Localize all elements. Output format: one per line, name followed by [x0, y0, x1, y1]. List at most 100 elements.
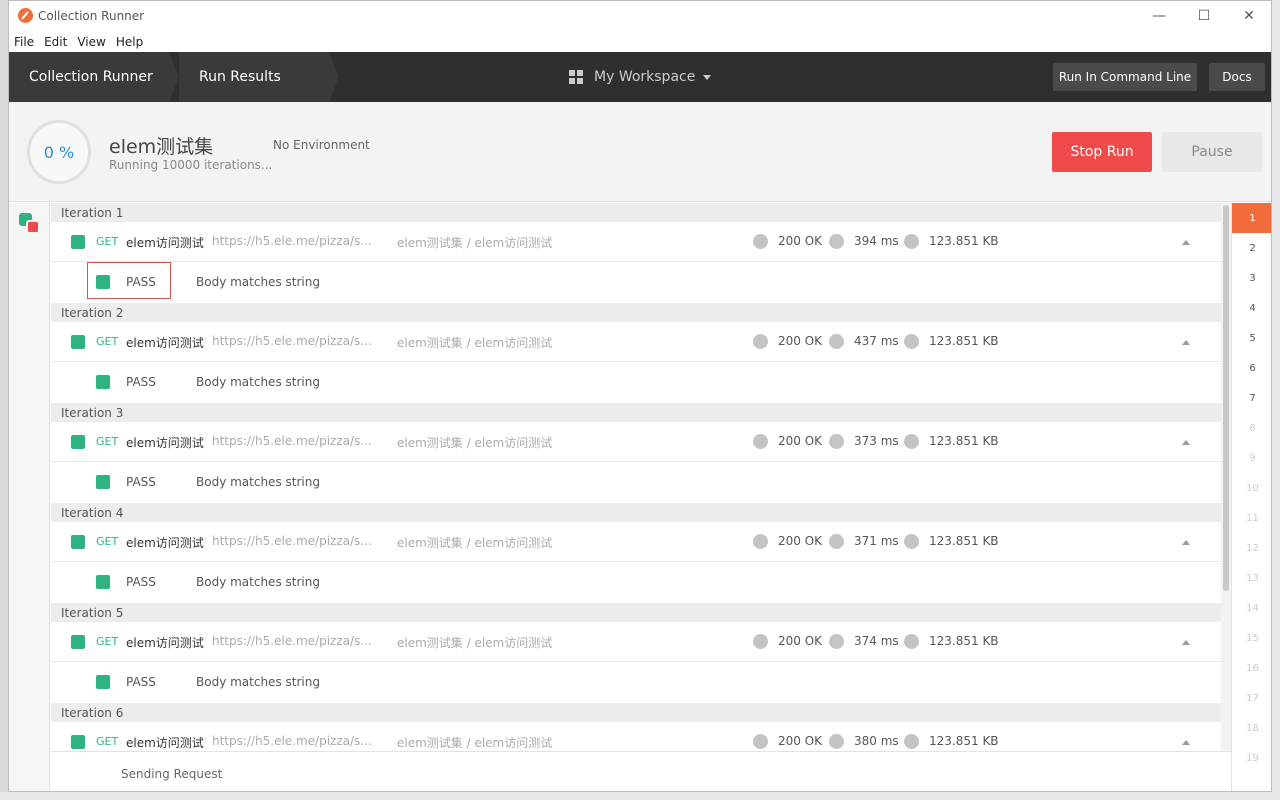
- iteration-nav-item: 10: [1246, 482, 1259, 494]
- time-dot-icon: [829, 534, 844, 549]
- run-in-command-line-button[interactable]: Run In Command Line: [1053, 63, 1197, 91]
- response-size: 123.851 KB: [929, 334, 999, 348]
- response-status: 200 OK: [778, 434, 823, 448]
- status-square-icon: [71, 535, 85, 549]
- collapse-caret-icon[interactable]: [1182, 240, 1190, 245]
- iteration-header: Iteration 2: [51, 303, 1221, 322]
- iteration-nav-item[interactable]: 2: [1232, 233, 1271, 263]
- response-size: 123.851 KB: [929, 534, 999, 548]
- close-icon[interactable]: ✕: [1234, 5, 1264, 27]
- request-method: GET: [96, 235, 119, 248]
- collapse-caret-icon[interactable]: [1182, 640, 1190, 645]
- breadcrumb-run-results[interactable]: Run Results: [179, 52, 329, 102]
- request-row[interactable]: GET elem访问测试 https://h5.ele.me/pizza/s..…: [51, 522, 1221, 562]
- collapse-caret-icon[interactable]: [1182, 340, 1190, 345]
- menu-help[interactable]: Help: [116, 35, 143, 49]
- time-dot-icon: [829, 434, 844, 449]
- status-dot-icon: [753, 634, 768, 649]
- iteration-nav-item[interactable]: 4: [1232, 293, 1271, 323]
- status-dot-icon: [753, 734, 768, 749]
- request-method: GET: [96, 335, 119, 348]
- size-dot-icon: [904, 634, 919, 649]
- iteration-nav-item[interactable]: 7: [1232, 383, 1271, 413]
- request-path: elem测试集 / elem访问测试: [397, 636, 553, 650]
- pass-square-icon: [96, 675, 110, 689]
- iteration-nav-item[interactable]: 5: [1232, 323, 1271, 353]
- response-status: 200 OK: [778, 234, 823, 248]
- status-footer: Sending Request: [51, 751, 1231, 791]
- iteration-nav-item: 16: [1246, 662, 1259, 674]
- collapse-caret-icon[interactable]: [1182, 740, 1190, 745]
- menu-edit[interactable]: Edit: [44, 35, 67, 49]
- iteration-nav-item[interactable]: 3: [1232, 263, 1271, 293]
- workspace-switcher[interactable]: My Workspace: [569, 52, 712, 102]
- footer-status: Sending Request: [121, 767, 223, 781]
- response-size: 123.851 KB: [929, 734, 999, 748]
- iteration-nav-item[interactable]: 1: [1232, 203, 1271, 233]
- request-name: elem访问测试: [126, 636, 204, 650]
- minimize-icon[interactable]: —: [1144, 5, 1174, 27]
- iteration-header: Iteration 1: [51, 203, 1221, 222]
- status-square-icon: [71, 435, 85, 449]
- collection-name: elem测试集: [109, 136, 214, 158]
- background-right: [1272, 0, 1280, 800]
- stop-run-button[interactable]: Stop Run: [1052, 132, 1152, 172]
- request-row[interactable]: GET elem访问测试 https://h5.ele.me/pizza/s..…: [51, 722, 1221, 751]
- request-method: GET: [96, 535, 119, 548]
- response-size: 123.851 KB: [929, 234, 999, 248]
- test-name: Body matches string: [196, 275, 320, 289]
- status-dot-icon: [753, 534, 768, 549]
- request-method: GET: [96, 735, 119, 748]
- iteration-nav-item: 11: [1246, 512, 1259, 524]
- request-name: elem访问测试: [126, 436, 204, 450]
- results-scrollbar[interactable]: [1221, 203, 1231, 751]
- test-result: PASS: [126, 675, 156, 689]
- status-square-icon: [71, 735, 85, 749]
- docs-button[interactable]: Docs: [1209, 63, 1265, 91]
- test-name: Body matches string: [196, 575, 320, 589]
- response-size: 123.851 KB: [929, 434, 999, 448]
- test-row: PASS Body matches string: [51, 362, 1221, 403]
- run-status: Running 10000 iterations...: [109, 158, 273, 172]
- iteration-nav-item: 17: [1246, 692, 1259, 704]
- request-row[interactable]: GET elem访问测试 https://h5.ele.me/pizza/s..…: [51, 222, 1221, 262]
- request-row[interactable]: GET elem访问测试 https://h5.ele.me/pizza/s..…: [51, 322, 1221, 362]
- iteration-header: Iteration 4: [51, 503, 1221, 522]
- response-time: 394 ms: [854, 234, 899, 248]
- test-result: PASS: [126, 275, 156, 289]
- status-square-icon: [71, 235, 85, 249]
- menu-file[interactable]: File: [14, 35, 34, 49]
- iteration-nav-item: 14: [1246, 602, 1259, 614]
- time-dot-icon: [829, 334, 844, 349]
- pass-fail-filter-icon[interactable]: [19, 213, 41, 235]
- request-method: GET: [96, 635, 119, 648]
- iteration-nav-item: 15: [1246, 632, 1259, 644]
- response-time: 437 ms: [854, 334, 899, 348]
- chevron-down-icon: [703, 74, 712, 80]
- collapse-caret-icon[interactable]: [1182, 540, 1190, 545]
- maximize-icon[interactable]: ☐: [1189, 5, 1219, 27]
- menu-view[interactable]: View: [77, 35, 105, 49]
- iteration-navigator: 1 2 3 4 5 6 7 8 9 10 11 12 13 14 15 16 1…: [1231, 203, 1271, 791]
- request-row[interactable]: GET elem访问测试 https://h5.ele.me/pizza/s..…: [51, 422, 1221, 462]
- results-list: Iteration 1 GET elem访问测试 https://h5.ele.…: [51, 203, 1221, 751]
- iteration-header: Iteration 5: [51, 603, 1221, 622]
- iteration-nav-item: 18: [1246, 722, 1259, 734]
- collapse-caret-icon[interactable]: [1182, 440, 1190, 445]
- status-dot-icon: [753, 334, 768, 349]
- request-url: https://h5.ele.me/pizza/s...: [212, 334, 372, 348]
- request-path: elem测试集 / elem访问测试: [397, 736, 553, 750]
- response-status: 200 OK: [778, 334, 823, 348]
- header-bar: Collection Runner Run Results My Workspa…: [9, 52, 1271, 102]
- scrollbar-thumb[interactable]: [1223, 205, 1229, 591]
- test-row: PASS Body matches string: [51, 262, 1221, 303]
- request-row[interactable]: GET elem访问测试 https://h5.ele.me/pizza/s..…: [51, 622, 1221, 662]
- pause-button[interactable]: Pause: [1162, 132, 1262, 172]
- breadcrumb-collection-runner[interactable]: Collection Runner: [9, 52, 169, 102]
- request-name: elem访问测试: [126, 336, 204, 350]
- request-path: elem测试集 / elem访问测试: [397, 236, 553, 250]
- request-url: https://h5.ele.me/pizza/s...: [212, 534, 372, 548]
- request-url: https://h5.ele.me/pizza/s...: [212, 734, 372, 748]
- iteration-nav-item[interactable]: 6: [1232, 353, 1271, 383]
- test-result: PASS: [126, 475, 156, 489]
